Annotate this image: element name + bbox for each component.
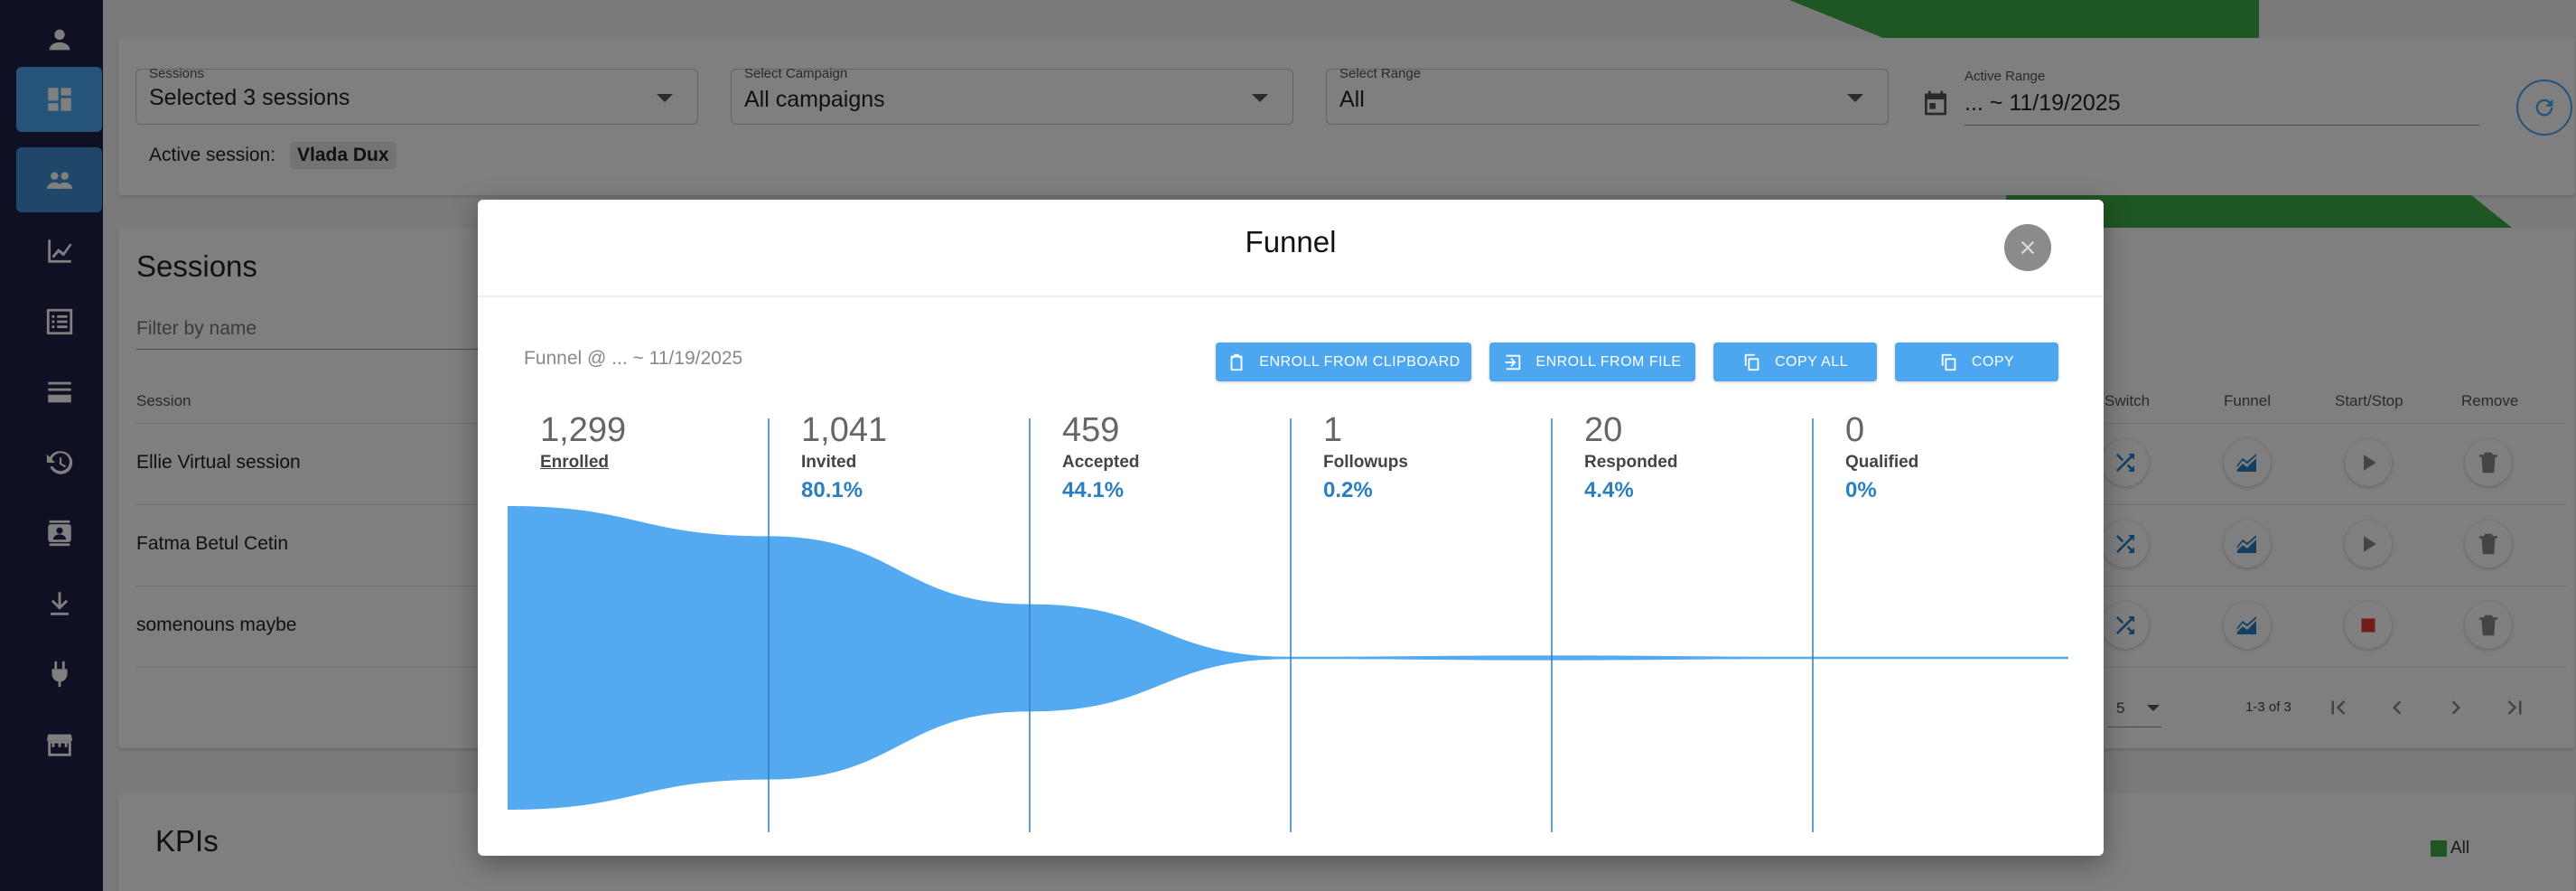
stage-name: Followups <box>1323 453 1408 472</box>
stage-count: 1,299 <box>540 411 627 449</box>
stage-percent: 0% <box>1845 478 1877 502</box>
stage-count: 20 <box>1584 411 1623 449</box>
stage-percent: 80.1% <box>801 478 863 502</box>
stage-count: 1,041 <box>801 411 888 449</box>
stage-name: Qualified <box>1845 453 1919 472</box>
stage-name: Responded <box>1584 453 1678 472</box>
stage-count: 459 <box>1062 411 1120 449</box>
stage-name: Invited <box>801 453 857 472</box>
funnel-dialog: Funnel Funnel @ ... ~ 11/19/2025 ENROLL … <box>478 200 2104 856</box>
stage-name: Accepted <box>1062 453 1140 472</box>
stage-percent: 0.2% <box>1323 478 1373 502</box>
stage-name[interactable]: Enrolled <box>540 453 609 473</box>
stage-count: 1 <box>1323 411 1343 449</box>
funnel-chart <box>508 418 2068 832</box>
stage-percent: 4.4% <box>1584 478 1634 502</box>
stage-percent: 44.1% <box>1062 478 1125 502</box>
stage-count: 0 <box>1845 411 1865 449</box>
